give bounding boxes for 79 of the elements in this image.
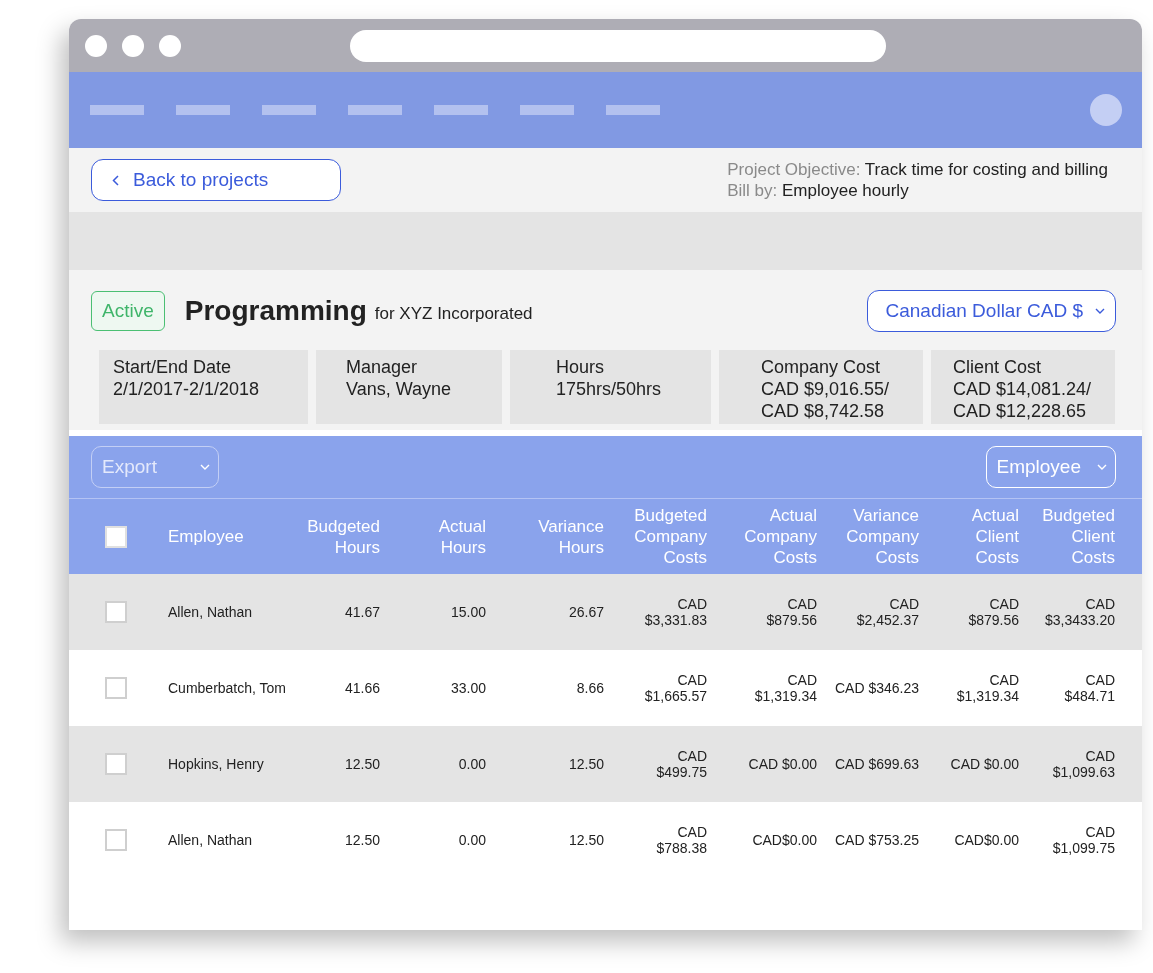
table-cell-text: CAD $3,3433.20 [1043, 596, 1115, 628]
chevron-down-icon [1095, 308, 1105, 314]
table-cell-text: CAD $2,452.37 [855, 596, 919, 628]
table-cell-text: CAD$0.00 [751, 832, 817, 848]
table-cell-text: 26.67 [567, 604, 604, 620]
group-by-dropdown[interactable]: Employee [985, 446, 1116, 488]
info-box: Client Cost CAD $14,081.24/ CAD $12,228.65 [931, 350, 1115, 424]
column-header[interactable]: Budgeted Hours [294, 515, 380, 558]
table-cell-text: 8.66 [575, 680, 604, 696]
table-cell-text: 15.00 [449, 604, 486, 620]
table-cell-text: CAD $1,319.34 [753, 672, 817, 704]
nav-placeholder[interactable] [176, 105, 230, 115]
avatar-icon[interactable] [1090, 94, 1122, 126]
window-dot[interactable] [85, 34, 107, 57]
table-cell-text: CAD $0.00 [949, 756, 1019, 772]
chevron-left-icon [112, 174, 119, 186]
table-cell-text: CAD $788.38 [655, 824, 707, 856]
table-cell-text: 12.50 [567, 832, 604, 848]
row-checkbox[interactable] [105, 753, 127, 775]
window-dot[interactable] [159, 34, 181, 57]
nav-placeholder[interactable] [348, 105, 402, 115]
table-cell-text: CAD $346.23 [833, 680, 919, 696]
table-cell-text: CAD $879.56 [765, 596, 817, 628]
column-header[interactable]: Employee [149, 526, 294, 547]
column-header[interactable]: Actual Client Costs [919, 505, 1019, 568]
table-cell-text: 12.50 [343, 832, 380, 848]
table-cell-text: 12.50 [567, 756, 604, 772]
table-cell-text: CAD $3,331.83 [643, 596, 707, 628]
bill-by: Bill by: Employee hourly [727, 180, 910, 201]
row-checkbox[interactable] [105, 601, 127, 623]
nav-placeholder[interactable] [90, 105, 144, 115]
table-cell-text: Allen, Nathan [167, 832, 254, 848]
table-cell-text: CAD $1,665.57 [643, 672, 707, 704]
column-header[interactable]: Budgeted Company Costs [604, 505, 707, 568]
table-cell-text: CAD $499.75 [655, 748, 707, 780]
address-bar[interactable] [350, 29, 886, 62]
select-all-checkbox[interactable] [105, 525, 127, 548]
nav-placeholder[interactable] [520, 105, 574, 115]
table-cell-text: 33.00 [449, 680, 486, 696]
table-cell-text: CAD $699.63 [833, 756, 919, 772]
info-box: Company Cost CAD $9,016.55/ CAD $8,742.58 [719, 350, 923, 424]
table-cell-text: CAD $753.25 [833, 832, 919, 848]
status-badge: Active [91, 291, 165, 331]
project-name: Programming [184, 295, 367, 327]
chevron-down-icon [200, 464, 210, 470]
nav-placeholder[interactable] [434, 105, 488, 115]
table-cell-text: CAD$0.00 [953, 832, 1019, 848]
table-cell-text: CAD $1,319.34 [955, 672, 1019, 704]
project-objective: Project Objective: Track time for costing and billing [727, 159, 1108, 180]
table-cell-text: 12.50 [343, 756, 380, 772]
table-cell-text: CAD $484.71 [1063, 672, 1115, 704]
table-cell-text: CAD $1,099.75 [1051, 824, 1115, 856]
table-cell-text: 41.66 [343, 680, 380, 696]
row-checkbox[interactable] [105, 677, 127, 699]
nav-placeholder[interactable] [606, 105, 660, 115]
column-header[interactable]: Variance Company Costs [817, 505, 919, 568]
column-header[interactable]: Actual Hours [380, 515, 486, 558]
nav-placeholder[interactable] [262, 105, 316, 115]
currency-dropdown[interactable]: Canadian Dollar CAD $ [866, 290, 1116, 332]
info-box: Hours 175hrs/50hrs [510, 350, 711, 424]
column-header[interactable]: Actual Company Costs [707, 505, 817, 568]
window-dot[interactable] [122, 34, 144, 57]
info-box: Manager Vans, Wayne [316, 350, 502, 424]
row-checkbox[interactable] [105, 829, 127, 851]
table-cell-text: 0.00 [457, 832, 486, 848]
info-box: Start/End Date 2/1/2017-2/1/2018 [99, 350, 308, 424]
table-cell-text: Hopkins, Henry [167, 756, 265, 772]
column-header[interactable]: Variance Hours [486, 515, 604, 558]
table-cell-text: Allen, Nathan [167, 604, 254, 620]
table-cell-text: Cumberbatch, Tom [167, 680, 287, 696]
table-cell-text: 0.00 [457, 756, 486, 772]
column-header[interactable]: Budgeted Client Costs [1019, 505, 1115, 568]
table-cell-text: 41.67 [343, 604, 380, 620]
back-button[interactable]: Back to projects [91, 159, 341, 201]
table-cell-text: CAD $0.00 [747, 756, 817, 772]
chevron-down-icon [1097, 464, 1107, 470]
table-cell-text: CAD $1,099.63 [1051, 748, 1115, 780]
client-name: for XYZ Incorporated [374, 304, 533, 324]
table-cell-text: CAD $879.56 [967, 596, 1019, 628]
